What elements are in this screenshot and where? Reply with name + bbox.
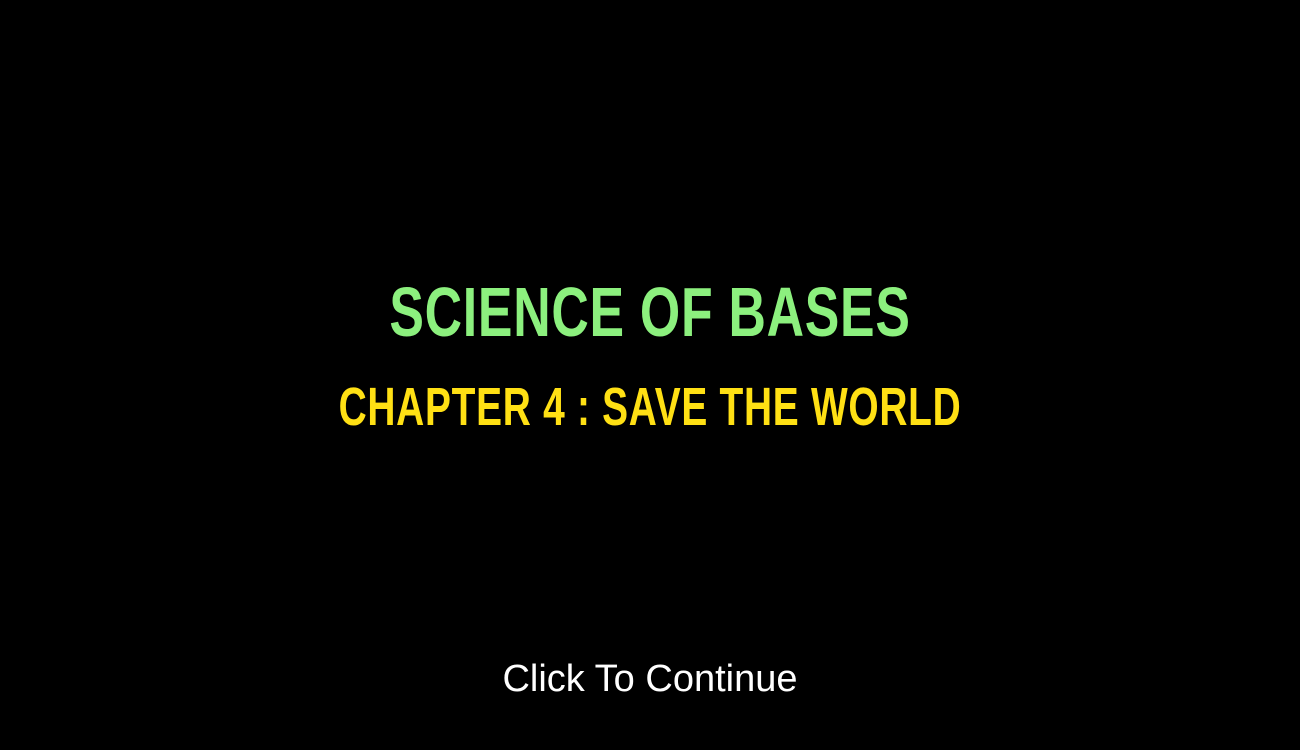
chapter-intro-screen[interactable]: Science of Bases Chapter 4 : Save the Wo… xyxy=(0,0,1300,750)
chapter-title: Chapter 4 : Save the World xyxy=(338,377,962,437)
game-title: Science of Bases xyxy=(389,273,911,351)
click-to-continue-prompt[interactable]: Click To Continue xyxy=(0,656,1300,702)
